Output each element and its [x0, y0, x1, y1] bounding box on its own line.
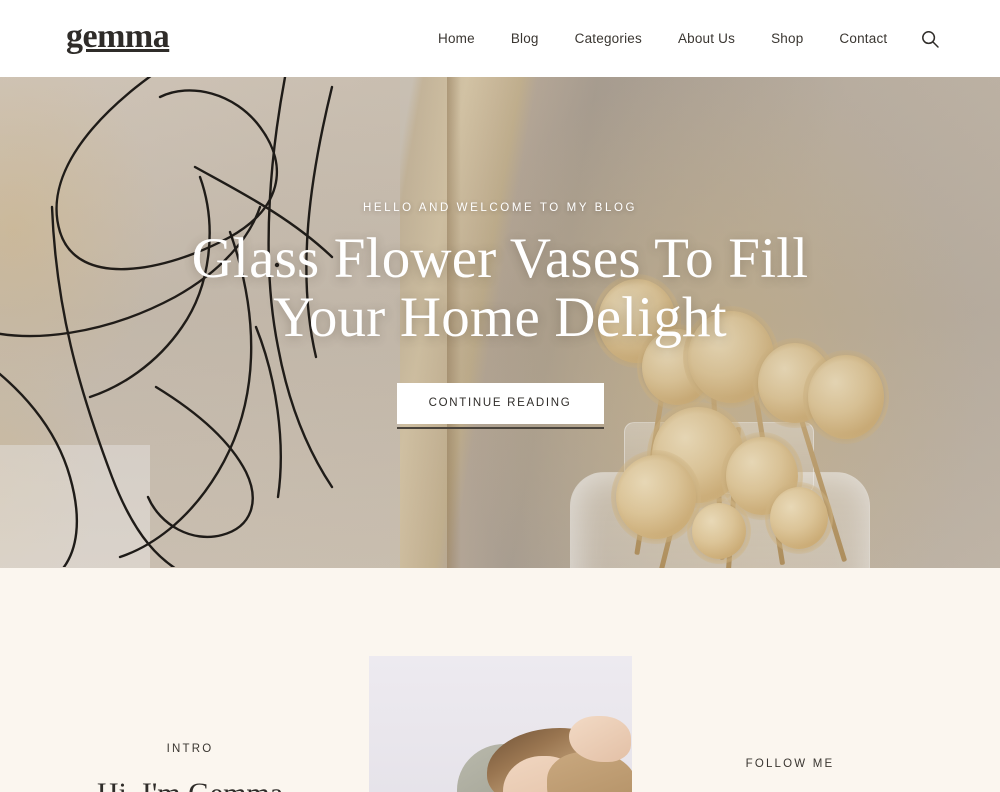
nav-item-about-us[interactable]: About Us: [660, 31, 753, 46]
follow-column: FOLLOW ME: [665, 568, 915, 770]
intro-heading: Hi, I'm Gemma: [40, 777, 340, 792]
site-logo[interactable]: gemma: [66, 20, 170, 54]
nav-item-categories[interactable]: Categories: [557, 31, 660, 46]
main-navigation: Home Blog Categories About Us Shop Conta…: [420, 0, 905, 77]
intro-column: INTRO Hi, I'm Gemma: [40, 568, 340, 792]
hero-content: HELLO AND WELCOME TO MY BLOG Glass Flowe…: [0, 77, 1000, 568]
nav-item-shop[interactable]: Shop: [753, 31, 821, 46]
hero-cta-wrapper: CONTINUE READING: [396, 383, 604, 430]
intro-eyebrow: INTRO: [166, 743, 214, 755]
hero-section: HELLO AND WELCOME TO MY BLOG Glass Flowe…: [0, 77, 1000, 568]
search-icon[interactable]: [920, 29, 940, 49]
nav-item-blog[interactable]: Blog: [493, 31, 557, 46]
below-fold-section: INTRO Hi, I'm Gemma FOLLOW ME: [0, 568, 1000, 792]
follow-me-eyebrow: FOLLOW ME: [745, 758, 835, 770]
intro-portrait-image: [369, 656, 632, 792]
continue-reading-underline: [396, 427, 604, 430]
nav-item-home[interactable]: Home: [420, 31, 493, 46]
hero-eyebrow: HELLO AND WELCOME TO MY BLOG: [362, 202, 638, 214]
continue-reading-button[interactable]: CONTINUE READING: [396, 383, 604, 425]
hero-title: Glass Flower Vases To Fill Your Home Del…: [191, 227, 809, 349]
nav-item-contact[interactable]: Contact: [821, 31, 905, 46]
site-header: gemma Home Blog Categories About Us Shop…: [0, 0, 1000, 77]
